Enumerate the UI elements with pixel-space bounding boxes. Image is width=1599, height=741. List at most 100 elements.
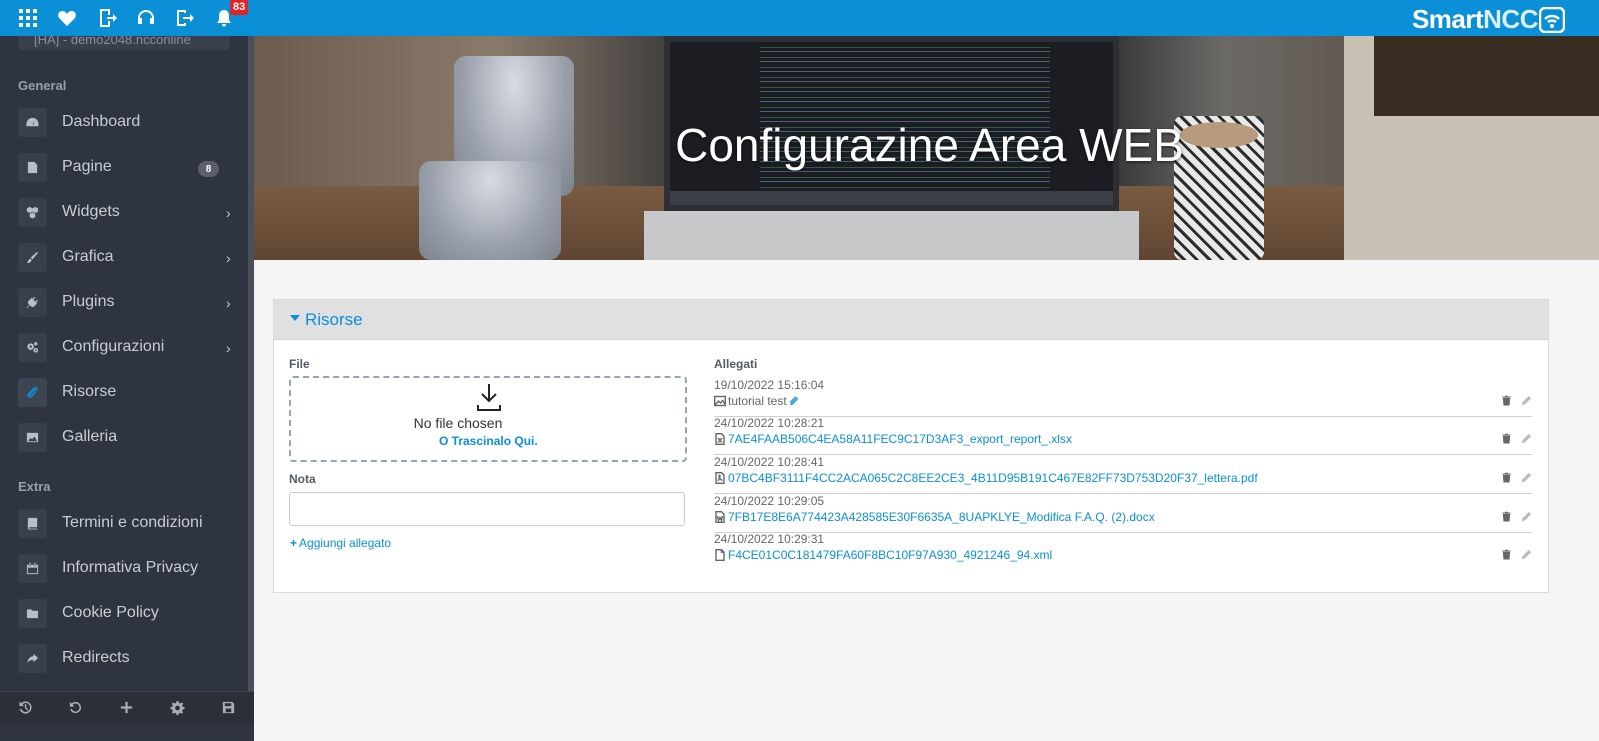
cogs-icon (18, 333, 47, 362)
sidebar-item-label: Termini e condizioni (62, 514, 203, 531)
attachment-link[interactable]: 7FB17E8E6A774423A428585E30F6635A_8UAPKLY… (714, 510, 1155, 524)
history-icon[interactable] (16, 698, 34, 716)
sidebar-item-plugins[interactable]: Plugins › (0, 282, 248, 322)
page-icon (18, 153, 47, 182)
wifi-logo-icon (1539, 6, 1565, 33)
attachment-row: 24/10/2022 10:29:05 7FB17E8E6A774423A428… (714, 494, 1532, 533)
pencil-icon[interactable] (1520, 548, 1532, 560)
attachment-actions (1500, 548, 1532, 560)
attachment-date: 24/10/2022 10:29:05 (714, 494, 825, 508)
sidebar-item-label: Redirects (62, 649, 130, 666)
hero-laptop-dock (670, 191, 1113, 205)
attachment-name-text: 7AE4FAAB506C4EA58A11FEC9C17D3AF3_export_… (728, 432, 1072, 446)
sidebar-item-risorse[interactable]: Risorse (0, 372, 248, 412)
trash-icon[interactable] (1500, 548, 1512, 560)
chevron-right-icon: › (226, 340, 231, 356)
risorse-panel-header[interactable]: Risorse (274, 300, 1548, 340)
nota-input[interactable] (289, 492, 685, 526)
caret-down-icon (290, 315, 300, 321)
hero-candle (419, 161, 561, 260)
plug-icon (18, 288, 47, 317)
sidebar-item-label: Widgets (62, 203, 120, 220)
sidebar-item-pagine[interactable]: Pagine 8 (0, 147, 248, 187)
undo-icon[interactable] (66, 698, 84, 716)
no-file-text: No file chosen (413, 415, 503, 431)
pencil-icon[interactable] (1520, 471, 1532, 483)
hero-soil (1374, 36, 1599, 116)
headset-icon[interactable] (134, 6, 158, 30)
chevron-right-icon: › (226, 295, 231, 311)
hero-banner: Configurazine Area WEB (254, 36, 1599, 260)
attachment-link[interactable]: F4CE01C0C181479FA60F8BC10F97A930_4921246… (714, 548, 1052, 562)
chevron-right-icon: › (226, 250, 231, 266)
sidebar-bottom-toolbar (0, 691, 254, 723)
section-general: General (18, 78, 67, 93)
site-selector[interactable]: [HA] - demo2048.ncconline (18, 36, 230, 50)
sidebar-item-label: Risorse (62, 383, 117, 400)
add-attachment-label: Aggiungi allegato (299, 536, 392, 550)
share-icon (18, 644, 47, 673)
risorse-panel: Risorse File No file chosen O Trascinalo… (273, 299, 1549, 593)
sidebar-item-configurazioni[interactable]: Configurazioni › (0, 327, 248, 367)
download-icon (476, 382, 502, 412)
attachment-row: 24/10/2022 10:29:31 F4CE01C0C181479FA60F… (714, 532, 1532, 571)
attachment-link[interactable]: 7AE4FAAB506C4EA58A11FEC9C17D3AF3_export_… (714, 432, 1072, 446)
allegati-label: Allegati (714, 357, 758, 371)
sidebar-item-termini[interactable]: Termini e condizioni (0, 503, 248, 543)
file-dropzone[interactable]: No file chosen O Trascinalo Qui. (289, 376, 687, 462)
paperclip-icon (18, 378, 47, 407)
excel-file-icon (714, 433, 726, 445)
attachment-name: tutorial test (714, 394, 799, 408)
notification-badge: 83 (230, 0, 249, 15)
sidebar-item-cookie[interactable]: Cookie Policy (0, 593, 248, 633)
sidebar-item-widgets[interactable]: Widgets › (0, 192, 248, 232)
sidebar-item-galleria[interactable]: Galleria (0, 417, 248, 457)
section-extra: Extra (18, 479, 51, 494)
attachment-date: 19/10/2022 15:16:04 (714, 378, 825, 392)
sidebar-item-grafica[interactable]: Grafica › (0, 237, 248, 277)
add-attachment-link[interactable]: + Aggiungi allegato (290, 536, 391, 550)
generic-file-icon (714, 549, 726, 561)
image-file-icon (714, 395, 726, 407)
attachment-date: 24/10/2022 10:29:31 (714, 532, 825, 546)
brush-icon (18, 243, 47, 272)
page-title: Configurazine Area WEB (675, 119, 1184, 171)
trash-icon[interactable] (1500, 510, 1512, 522)
save-icon[interactable] (219, 698, 237, 716)
device-exit-icon[interactable] (95, 6, 119, 30)
pencil-icon[interactable] (1520, 432, 1532, 444)
apps-grid-icon[interactable] (16, 6, 40, 30)
trash-icon[interactable] (1500, 432, 1512, 444)
plus-icon[interactable] (117, 698, 135, 716)
attachment-name-text: tutorial test (728, 394, 787, 408)
pencil-icon[interactable] (1520, 394, 1532, 406)
attachment-date: 24/10/2022 10:28:21 (714, 416, 825, 430)
trash-icon[interactable] (1500, 394, 1512, 406)
attachment-actions (1500, 432, 1532, 444)
sidebar-item-label: Cookie Policy (62, 604, 159, 621)
sidebar-item-label: Grafica (62, 248, 114, 265)
file-label: File (289, 357, 310, 371)
sign-out-icon[interactable] (173, 6, 197, 30)
sidebar-item-label: Informativa Privacy (62, 559, 199, 576)
attachment-actions (1500, 394, 1532, 406)
sidebar-item-label: Pagine (62, 158, 112, 175)
sidebar-item-label: Configurazioni (62, 338, 165, 355)
pencil-icon[interactable] (1520, 510, 1532, 522)
attachment-link[interactable]: 07BC4BF3111F4CC2ACA065C2C8EE2CE3_4B11D95… (714, 471, 1258, 485)
image-icon (18, 423, 47, 452)
attachment-row: 19/10/2022 15:16:04 tutorial test (714, 378, 1532, 417)
attachment-name-text: 07BC4BF3111F4CC2ACA065C2C8EE2CE3_4B11D95… (728, 471, 1258, 485)
plus-icon: + (290, 536, 298, 550)
gear-icon[interactable] (168, 698, 186, 716)
brand-logo[interactable]: Smart NCC (1412, 4, 1565, 35)
sidebar-item-dashboard[interactable]: Dashboard (0, 102, 248, 142)
trash-icon[interactable] (1500, 471, 1512, 483)
sidebar-item-privacy[interactable]: Informativa Privacy (0, 548, 248, 588)
heart-icon[interactable] (55, 6, 79, 30)
brand-text-ncc: NCC (1483, 4, 1538, 34)
attachment-row: 24/10/2022 10:28:41 07BC4BF3111F4CC2ACA0… (714, 455, 1532, 494)
pdf-file-icon (714, 472, 726, 484)
book-icon (18, 509, 47, 538)
sidebar-item-redirects[interactable]: Redirects (0, 638, 248, 678)
